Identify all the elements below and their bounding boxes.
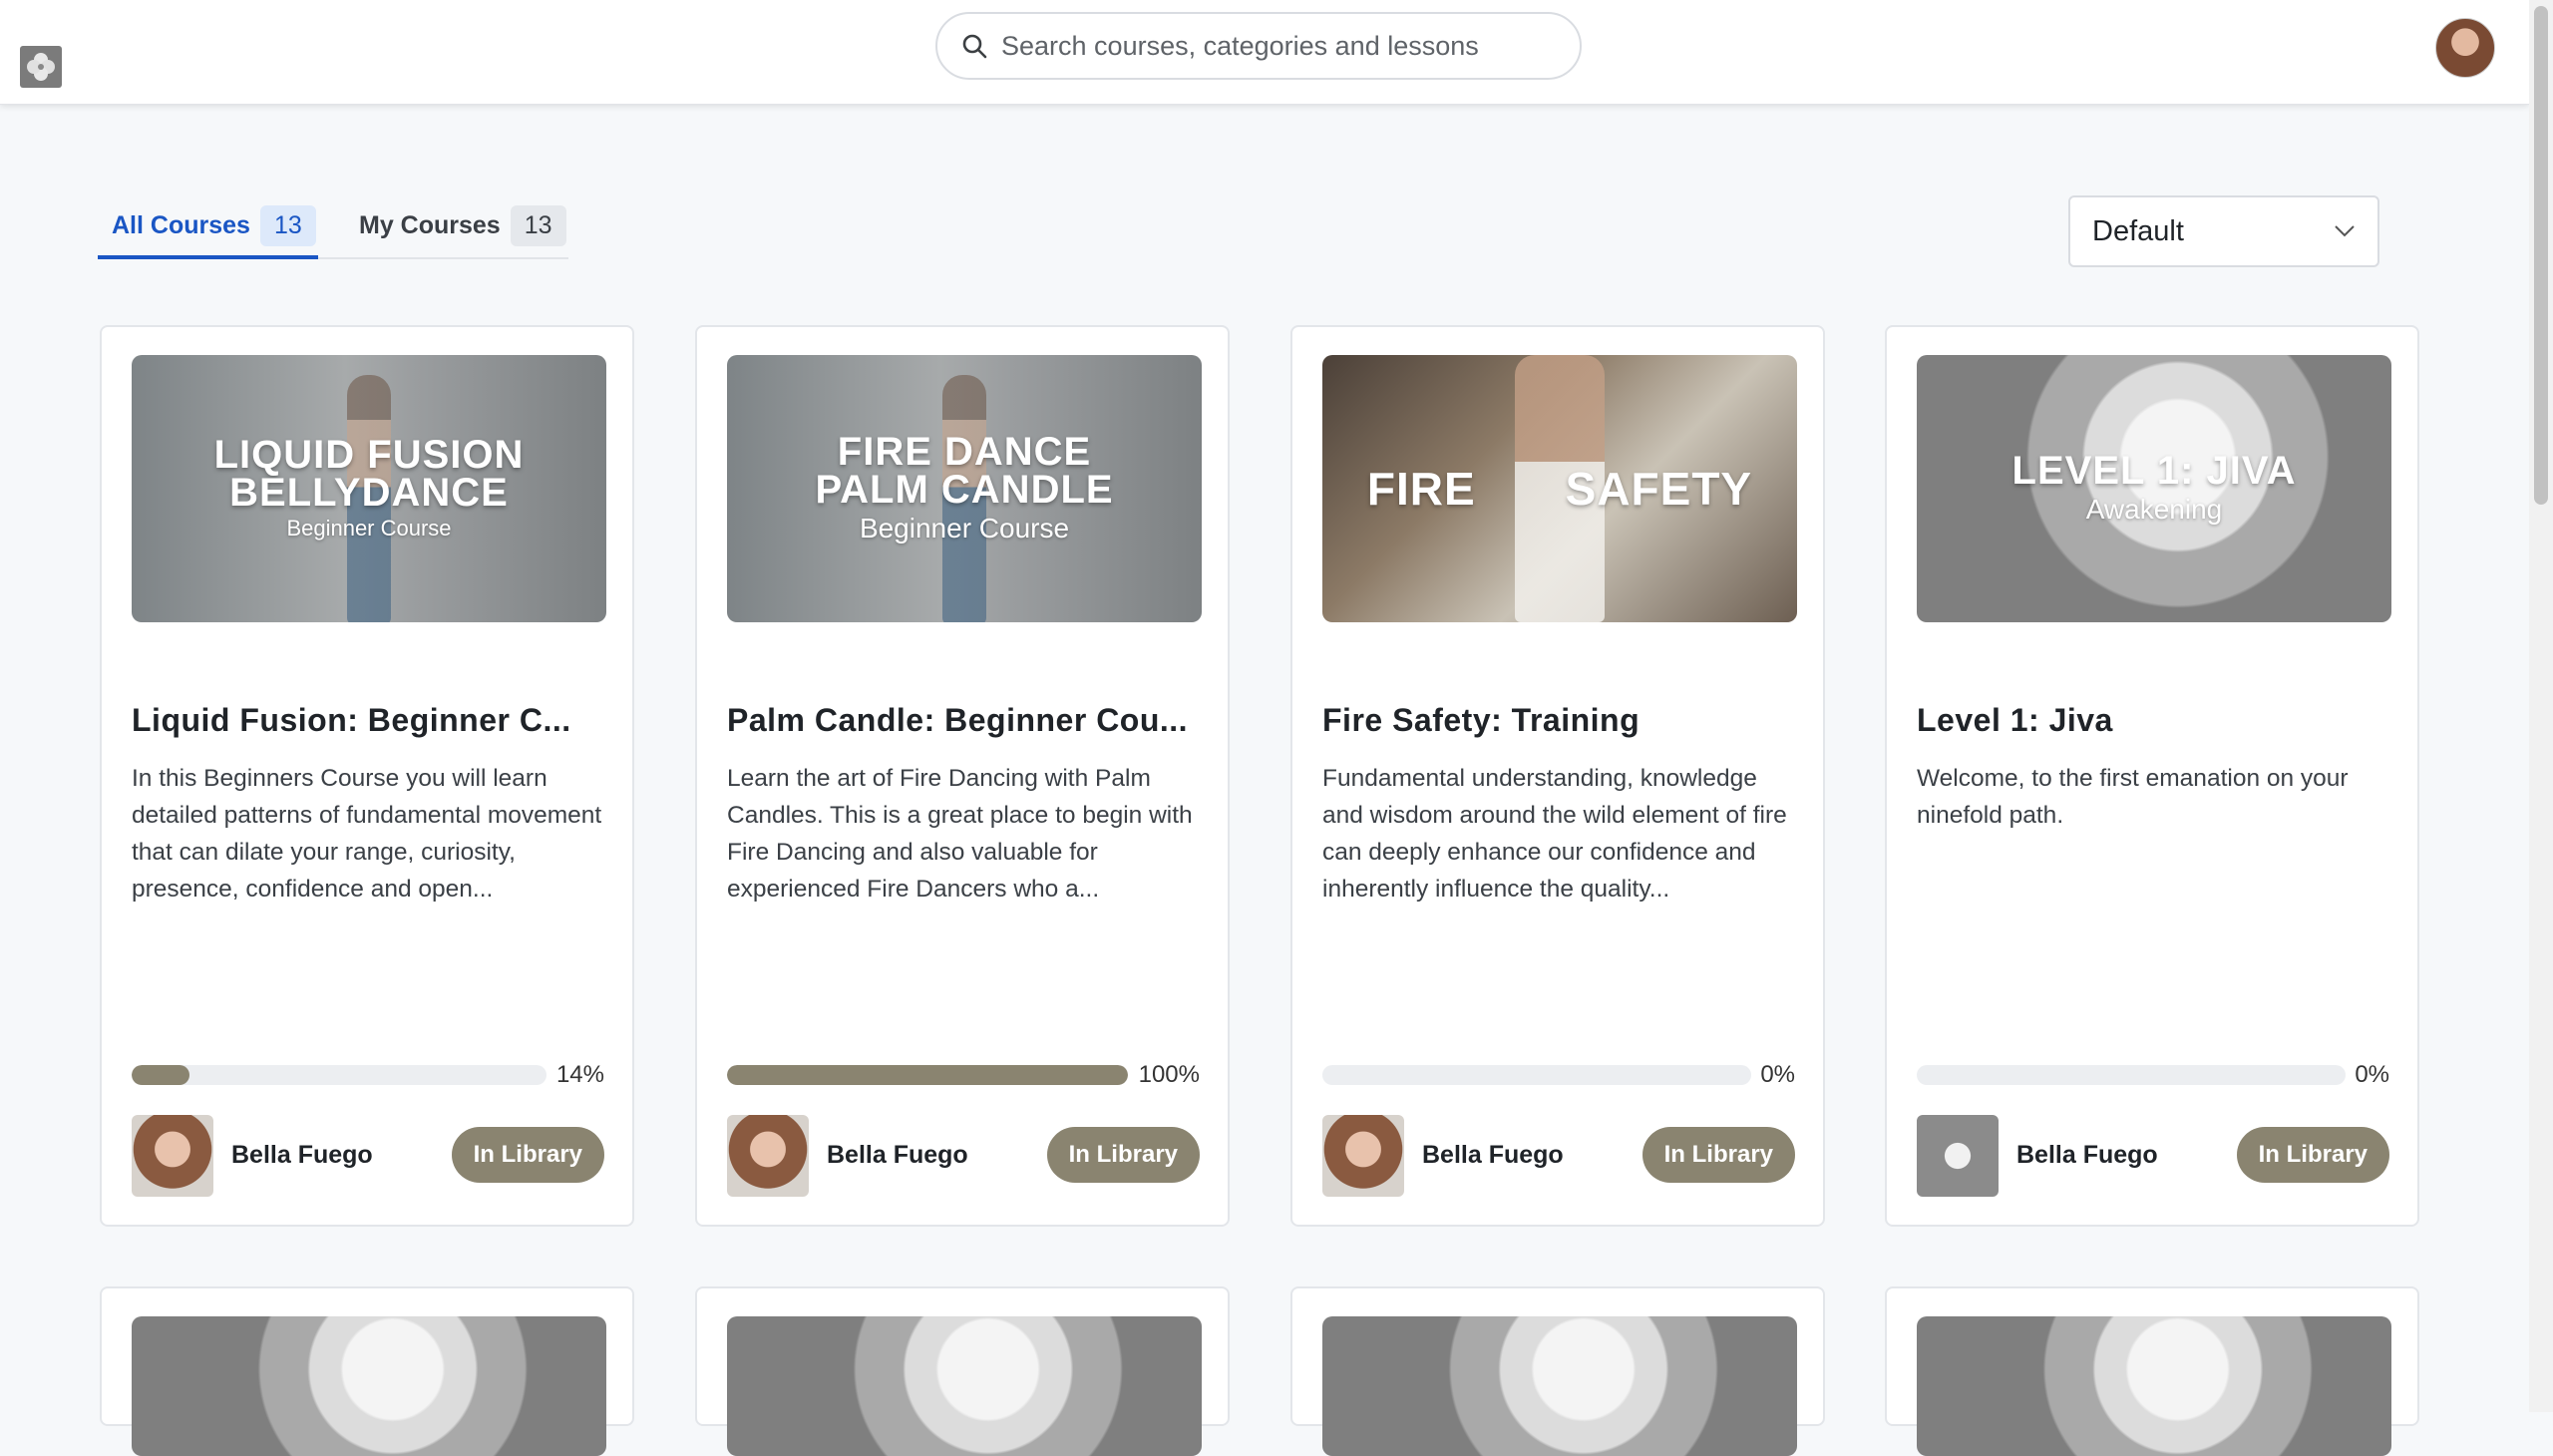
thumb-title-line-2: BELLYDANCE bbox=[229, 471, 509, 515]
search-icon bbox=[962, 34, 987, 59]
scrollbar-thumb[interactable] bbox=[2534, 6, 2548, 505]
in-library-button[interactable]: In Library bbox=[1046, 1127, 1200, 1183]
course-card[interactable] bbox=[100, 1286, 634, 1456]
course-card[interactable]: LEVEL 1: JIVA Awakening Level 1: Jiva We… bbox=[1885, 325, 2419, 1227]
course-title[interactable]: Level 1: Jiva bbox=[1917, 702, 2395, 739]
course-title[interactable]: Palm Candle: Beginner Cou... bbox=[727, 702, 1206, 739]
thumb-title-line-1: FIRE bbox=[1366, 463, 1476, 515]
tab-count-badge: 13 bbox=[259, 204, 316, 246]
tab-all-courses[interactable]: All Courses 13 bbox=[112, 195, 316, 255]
search-input[interactable] bbox=[999, 29, 1522, 63]
progress-fill bbox=[132, 1065, 190, 1085]
course-title[interactable]: Liquid Fusion: Beginner C... bbox=[132, 702, 610, 739]
author-avatar bbox=[727, 1115, 809, 1197]
progress-fill bbox=[727, 1065, 1128, 1085]
progress-bar bbox=[1322, 1065, 1751, 1085]
course-card[interactable] bbox=[695, 1286, 1230, 1456]
course-thumbnail[interactable]: LEVEL 1: JIVA Awakening bbox=[1917, 355, 2391, 622]
sort-selected-value: Default bbox=[2092, 214, 2184, 247]
user-avatar[interactable] bbox=[2435, 18, 2495, 78]
course-description: In this Beginners Course you will learn … bbox=[132, 765, 602, 903]
search-bar[interactable] bbox=[935, 12, 1582, 80]
tab-label: My Courses bbox=[359, 210, 501, 239]
course-description: Welcome, to the first emanation on your … bbox=[1917, 765, 2349, 829]
tab-count-badge: 13 bbox=[510, 204, 566, 246]
course-card[interactable] bbox=[1885, 1286, 2419, 1456]
author-avatar bbox=[1322, 1115, 1404, 1197]
course-card[interactable]: FIRE DANCE PALM CANDLE Beginner Course P… bbox=[695, 325, 1230, 1227]
progress-percent: 0% bbox=[1760, 1061, 1795, 1088]
thumb-title-line-1: LIQUID FUSION bbox=[213, 433, 525, 477]
thumb-subtitle: Awakening bbox=[2085, 494, 2223, 525]
chevron-down-icon bbox=[2335, 225, 2355, 237]
thumb-title-line-1: LEVEL 1: JIVA bbox=[2011, 449, 2297, 493]
progress-bar bbox=[727, 1065, 1128, 1085]
course-description: Learn the art of Fire Dancing with Palm … bbox=[727, 765, 1193, 903]
author-name: Bella Fuego bbox=[231, 1141, 373, 1169]
course-thumbnail[interactable] bbox=[132, 1316, 606, 1456]
in-library-button[interactable]: In Library bbox=[451, 1127, 604, 1183]
progress-bar bbox=[1917, 1065, 2346, 1085]
progress-percent: 14% bbox=[555, 1061, 604, 1088]
course-card[interactable]: FIRE SAFETY Fire Safety: Training Fundam… bbox=[1290, 325, 1825, 1227]
course-tabs: All Courses 13 My Courses 13 bbox=[98, 195, 568, 259]
tab-my-courses[interactable]: My Courses 13 bbox=[359, 195, 566, 255]
thumb-subtitle: Beginner Course bbox=[859, 513, 1070, 544]
thumb-title-line-2: PALM CANDLE bbox=[815, 468, 1114, 512]
top-bar bbox=[0, 0, 2529, 105]
progress-percent: 100% bbox=[1138, 1061, 1200, 1088]
course-card[interactable] bbox=[1290, 1286, 1825, 1456]
thumb-title-line-2: SAFETY bbox=[1565, 463, 1753, 515]
author-name: Bella Fuego bbox=[827, 1141, 968, 1169]
progress-percent: 0% bbox=[2355, 1061, 2389, 1088]
course-title[interactable]: Fire Safety: Training bbox=[1322, 702, 1801, 739]
course-thumbnail[interactable]: LIQUID FUSION BELLYDANCE Beginner Course bbox=[132, 355, 606, 622]
author-avatar bbox=[1917, 1115, 1999, 1197]
thumb-subtitle: Beginner Course bbox=[286, 516, 452, 541]
progress-bar bbox=[132, 1065, 547, 1085]
course-card[interactable]: LIQUID FUSION BELLYDANCE Beginner Course… bbox=[100, 325, 634, 1227]
tab-label: All Courses bbox=[112, 210, 250, 239]
author-name: Bella Fuego bbox=[1422, 1141, 1564, 1169]
course-thumbnail[interactable] bbox=[1917, 1316, 2391, 1456]
flower-logo-icon[interactable] bbox=[20, 46, 62, 88]
in-library-button[interactable]: In Library bbox=[2236, 1127, 2389, 1183]
thumb-title-line-1: FIRE DANCE bbox=[837, 430, 1092, 474]
author-name: Bella Fuego bbox=[2016, 1141, 2158, 1169]
author-avatar bbox=[132, 1115, 213, 1197]
in-library-button[interactable]: In Library bbox=[1641, 1127, 1795, 1183]
course-description: Fundamental understanding, knowledge and… bbox=[1322, 765, 1787, 903]
course-thumbnail[interactable] bbox=[1322, 1316, 1797, 1456]
course-thumbnail[interactable] bbox=[727, 1316, 1202, 1456]
course-thumbnail[interactable]: FIRE DANCE PALM CANDLE Beginner Course bbox=[727, 355, 1202, 622]
sort-dropdown[interactable]: Default bbox=[2068, 195, 2379, 267]
active-tab-indicator bbox=[98, 255, 318, 259]
course-thumbnail[interactable]: FIRE SAFETY bbox=[1322, 355, 1797, 622]
